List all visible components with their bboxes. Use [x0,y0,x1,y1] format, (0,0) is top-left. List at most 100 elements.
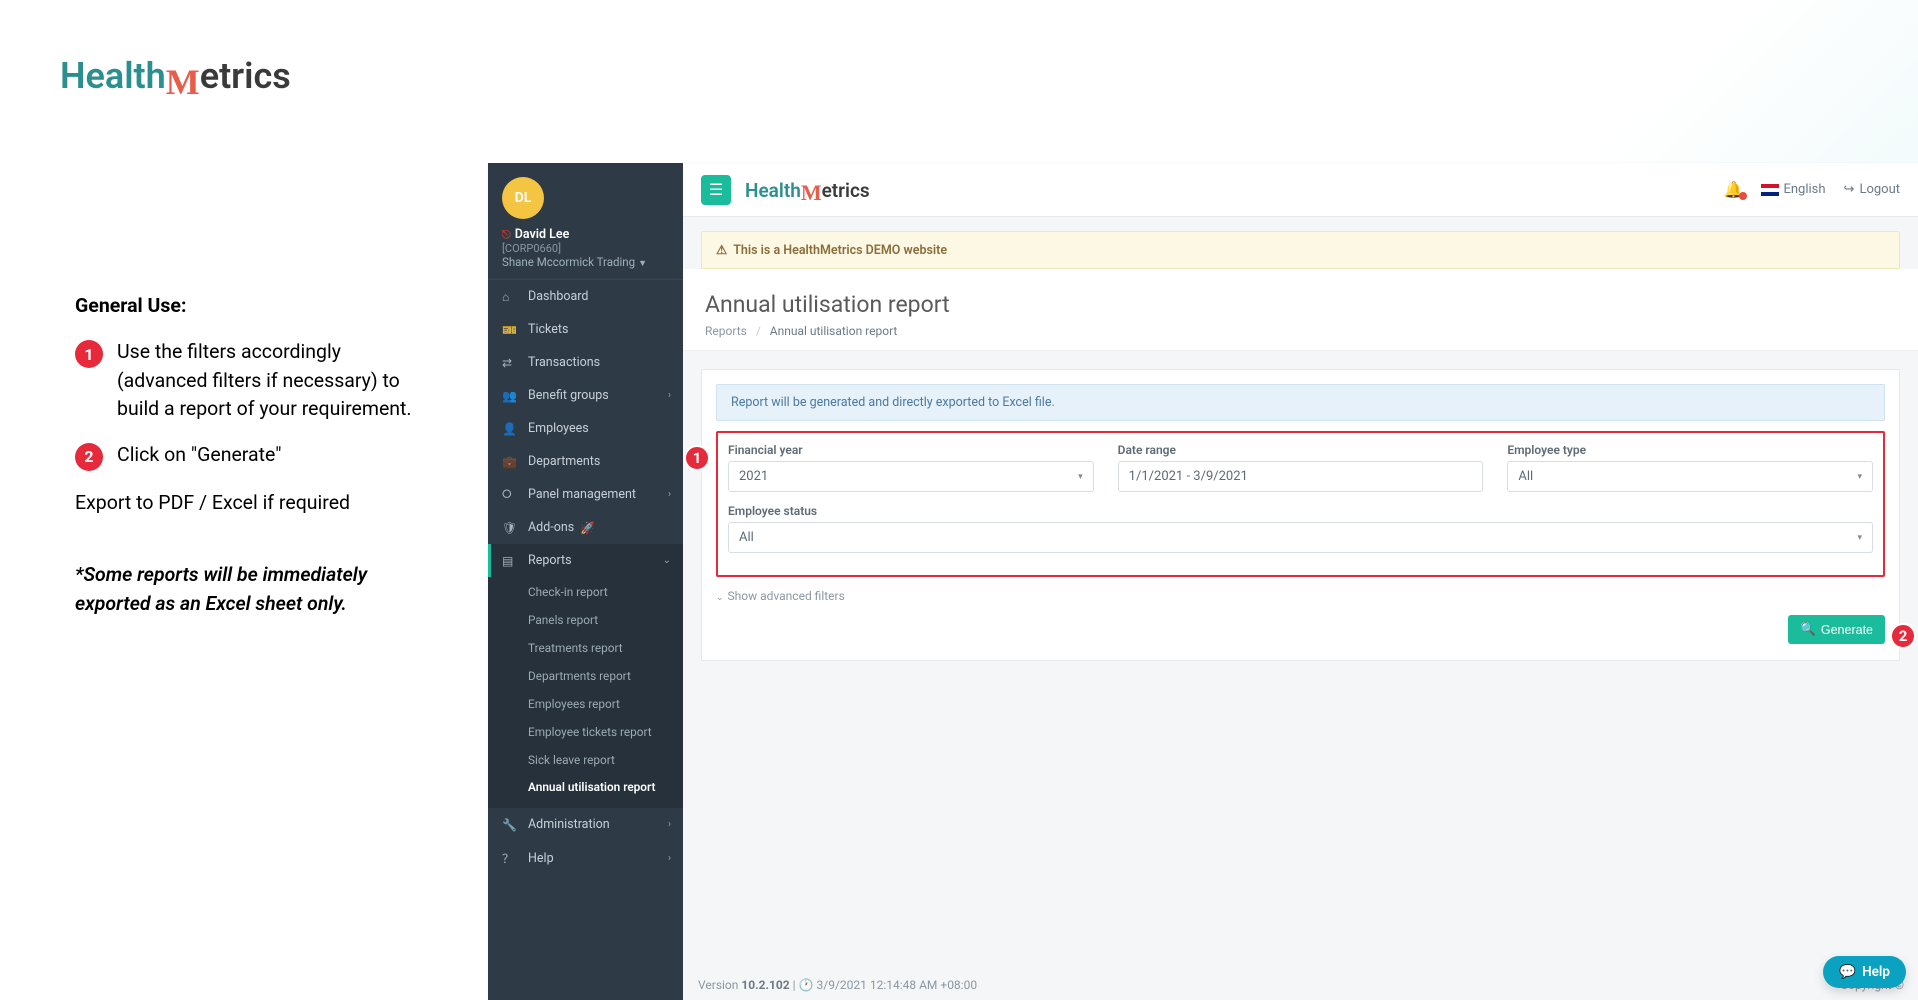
callout-marker-1: 1 [684,445,710,471]
clock-icon: 🕐 [799,978,814,992]
breadcrumb-root[interactable]: Reports [705,324,747,338]
nav-dashboard[interactable]: ⌂Dashboard [488,280,683,313]
financial-year-select[interactable]: 2021 ▾ [728,461,1094,492]
step-badge-2: 2 [75,443,103,471]
filters-container: Financial year 2021 ▾ Date range 1/1/202… [716,431,1885,577]
date-range-label: Date range [1118,443,1484,457]
sidebar-toggle-button[interactable]: ☰ [701,175,731,205]
page-logo: HealthMetrics [60,55,291,97]
employee-type-select[interactable]: All ▾ [1507,461,1873,492]
subnav-treatments-report[interactable]: Treatments report [488,635,683,663]
reports-submenu: Check-in report Panels report Treatments… [488,577,683,808]
app-window: DL ⎋David Lee [CORP0660] Shane Mccormick… [488,163,1918,1000]
step-1-text: Use the filters accordingly (advanced fi… [117,338,435,423]
subnav-employee-tickets-report[interactable]: Employee tickets report [488,719,683,747]
language-switcher[interactable]: English [1761,182,1825,197]
date-range-input[interactable]: 1/1/2021 - 3/9/2021 [1118,461,1484,492]
search-icon: 🔍 [1800,622,1816,637]
employee-status-label: Employee status [728,504,1873,518]
version-info: Version 10.2.102 | 🕐 3/9/2021 12:14:48 A… [698,978,977,992]
page-header: Annual utilisation report Reports / Annu… [683,269,1918,351]
subnav-departments-report[interactable]: Departments report [488,663,683,691]
app-footer: Version 10.2.102 | 🕐 3/9/2021 12:14:48 A… [698,978,1904,992]
subnav-checkin-report[interactable]: Check-in report [488,579,683,607]
nav-help[interactable]: ？Help› [488,841,683,876]
logout-link[interactable]: ↪Logout [1844,182,1900,197]
chevron-right-icon: › [668,390,671,401]
subnav-panels-report[interactable]: Panels report [488,607,683,635]
generate-button[interactable]: 🔍Generate [1788,615,1885,644]
sidebar-nav: ⌂Dashboard 🎫Tickets ⇄Transactions 👥Benef… [488,280,683,1000]
subnav-employees-report[interactable]: Employees report [488,691,683,719]
rocket-icon: 🚀 [580,521,596,535]
instruction-note: *Some reports will be immediately export… [75,561,435,618]
employee-status-select[interactable]: All ▾ [728,522,1873,553]
nav-tickets[interactable]: 🎫Tickets [488,313,683,346]
caret-down-icon: ▾ [1857,472,1862,482]
warning-icon: ⚠ [716,243,727,258]
sidebar: DL ⎋David Lee [CORP0660] Shane Mccormick… [488,163,683,1000]
breadcrumb-separator: / [756,324,761,338]
shield-icon: 🛡 [502,521,518,535]
users-icon: 👥 [502,389,518,403]
logo-glyph-m: M [166,62,200,102]
chevron-right-icon: › [668,489,671,500]
caret-down-icon: ▼ [638,259,647,269]
callout-marker-2: 2 [1890,623,1916,649]
caret-down-icon: ▾ [1857,533,1862,543]
help-icon: ？ [502,850,518,867]
transfer-icon: ⇄ [502,356,518,370]
topbar-logo: HealthMetrics [745,177,870,203]
instruction-step-1: 1 Use the filters accordingly (advanced … [75,338,435,423]
nav-addons[interactable]: 🛡Add-ons🚀 [488,511,683,544]
notifications-button[interactable]: 🔔 [1724,180,1744,199]
subnav-annual-utilisation-report[interactable]: Annual utilisation report [488,774,683,802]
user-icon: 👤 [502,422,518,436]
instruction-step-2: 2 Click on "Generate" [75,441,435,471]
step-2-text: Click on "Generate" [117,441,281,471]
chat-icon: 💬 [1839,964,1856,980]
briefcase-icon: 💼 [502,455,518,469]
profile-org-code: [CORP0660] [502,242,669,255]
nav-departments[interactable]: 💼Departments [488,445,683,478]
report-card: Report will be generated and directly ex… [701,369,1900,661]
logo-part-etrics: etrics [200,55,291,97]
nav-transactions[interactable]: ⇄Transactions [488,346,683,379]
avatar: DL [502,177,544,219]
nav-panel-management[interactable]: ⭘Panel management› [488,478,683,511]
chevron-right-icon: › [668,853,671,864]
logout-icon: ↪ [1844,182,1855,197]
ticket-icon: 🎫 [502,323,518,337]
report-icon: ▤ [502,554,518,568]
topbar-right: 🔔 English ↪Logout [1724,180,1900,199]
nav-benefit-groups[interactable]: 👥Benefit groups› [488,379,683,412]
step-badge-1: 1 [75,340,103,368]
breadcrumb-current: Annual utilisation report [770,324,898,338]
chevron-down-icon: ⌄ [716,593,724,603]
generate-row: 🔍Generate [702,615,1899,660]
flag-icon [1761,184,1779,196]
filter-employee-type: Employee type All ▾ [1507,443,1873,492]
wrench-icon: 🔧 [502,818,518,832]
breadcrumb: Reports / Annual utilisation report [705,324,1896,338]
nav-employees[interactable]: 👤Employees [488,412,683,445]
nav-administration[interactable]: 🔧Administration› [488,808,683,841]
financial-year-label: Financial year [728,443,1094,457]
demo-banner: ⚠This is a HealthMetrics DEMO website [701,231,1900,269]
show-advanced-filters-toggle[interactable]: ⌄Show advanced filters [716,589,1885,603]
caret-down-icon: ▾ [1078,472,1083,482]
filter-employee-status: Employee status All ▾ [728,504,1873,553]
instructions-panel: General Use: 1 Use the filters according… [75,292,435,618]
help-chat-button[interactable]: 💬Help [1823,956,1906,988]
sidebar-profile: DL ⎋David Lee [CORP0660] Shane Mccormick… [488,163,683,280]
page-title: Annual utilisation report [705,291,1896,318]
globe-icon: ⭘ [502,487,518,502]
logo-part-health: Health [60,55,166,97]
subnav-sick-leave-report[interactable]: Sick leave report [488,747,683,775]
info-message: Report will be generated and directly ex… [716,384,1885,421]
chevron-right-icon: › [668,819,671,830]
company-switcher[interactable]: Shane Mccormick Trading▼ [502,255,669,269]
main-area: ☰ HealthMetrics 🔔 English ↪Logout ⚠This … [683,163,1918,1000]
home-icon: ⌂ [502,290,518,304]
nav-reports[interactable]: ▤Reports⌄ [488,544,683,577]
